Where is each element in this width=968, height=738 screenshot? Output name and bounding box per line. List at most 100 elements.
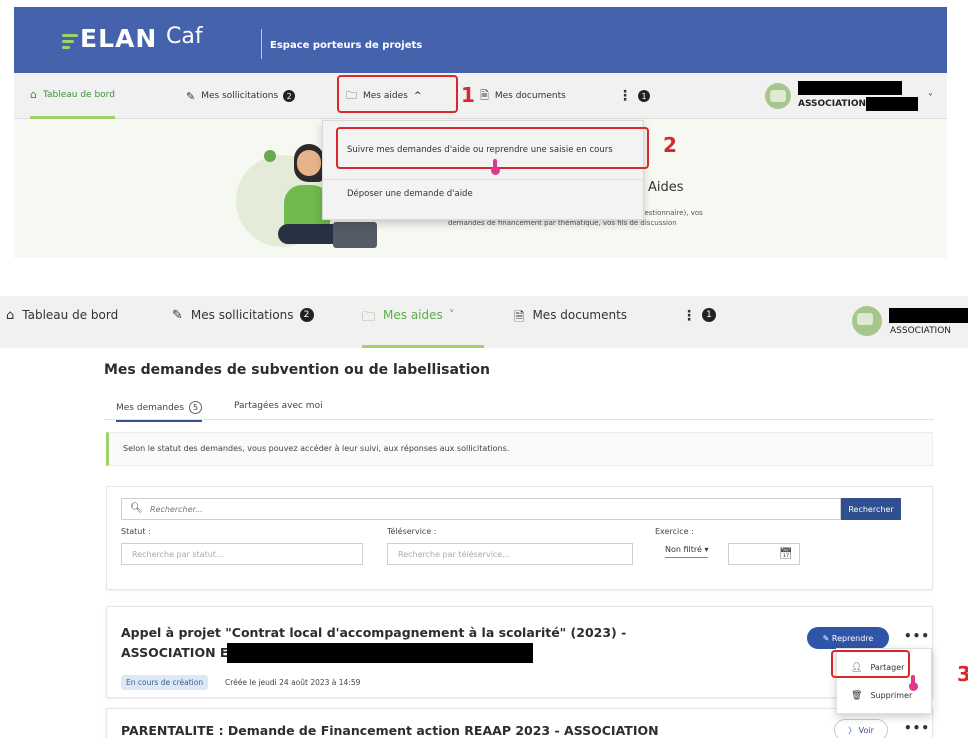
- kebab-icon: ⋮: [682, 308, 696, 324]
- chevron-down-icon: ˅: [448, 308, 455, 322]
- teleservice-input[interactable]: Recherche par téléservice...: [387, 543, 633, 565]
- composite-screenshot: ELAN Caf Espace porteurs de projets ⌂ Ta…: [0, 0, 968, 738]
- logo-caf-text: Caf: [166, 24, 203, 49]
- chevron-down-icon[interactable]: ˅: [928, 93, 933, 104]
- search-icon: 🔍︎: [130, 503, 143, 514]
- card-title-line1[interactable]: PARENTALITE : Demande de Financement act…: [121, 723, 659, 738]
- annotation-number-2: 2: [663, 133, 677, 157]
- reprendre-button[interactable]: ✎ Reprendre: [807, 627, 889, 649]
- nav-label: Tableau de bord: [42, 89, 115, 100]
- document-icon: 🗎: [480, 88, 489, 102]
- annotation-box-1: [337, 75, 458, 113]
- voir-button[interactable]: 〉 Voir: [834, 719, 888, 738]
- brand-header: ELAN Caf Espace porteurs de projets: [14, 7, 947, 73]
- card-title-line1[interactable]: Appel à projet "Contrat local d'accompag…: [121, 625, 626, 640]
- tab-partagees-avec-moi[interactable]: Partagées avec moi: [234, 401, 323, 411]
- calendar-icon[interactable]: 📅︎: [779, 547, 793, 560]
- main-nav: ⌂ Tableau de bord ✎ Mes sollicitations 2…: [14, 73, 947, 119]
- search-input[interactable]: [150, 502, 830, 517]
- header-separator: [261, 29, 262, 59]
- nav-label: Mes documents: [494, 91, 566, 101]
- nav-mes-aides[interactable]: 🗀 Mes aides ˅: [362, 308, 484, 348]
- nav-label: Mes sollicitations: [201, 91, 279, 101]
- nav-label: Mes documents: [532, 308, 628, 322]
- notification-badge: 2: [299, 308, 314, 322]
- account-name: ASSOCIATION: [890, 326, 952, 336]
- home-icon: ⌂: [30, 88, 37, 101]
- reprendre-label: Reprendre: [831, 633, 874, 643]
- nav-mes-sollicitations[interactable]: ✎ Mes sollicitations 2: [172, 308, 314, 348]
- illustration-head: [297, 150, 321, 176]
- menu-item-label: Supprimer: [870, 691, 913, 700]
- tab-count-badge: 5: [189, 401, 203, 414]
- more-options-button[interactable]: •••: [904, 721, 930, 735]
- document-icon: 🗎: [514, 310, 525, 325]
- pencil-icon: ✎: [186, 89, 196, 103]
- info-callout: Selon le statut des demandes, vous pouve…: [106, 432, 933, 466]
- nav-mes-sollicitations[interactable]: ✎ Mes sollicitations 2: [186, 73, 296, 119]
- year-input[interactable]: 📅︎: [728, 543, 800, 565]
- screenshot-step-2: ⌂ Tableau de bord ✎ Mes sollicitations 2…: [0, 296, 968, 738]
- menu-item-supprimer[interactable]: 🗑︎ Supprimer: [851, 691, 912, 701]
- redacted-block: [798, 81, 902, 95]
- laptop-illustration: [333, 222, 377, 248]
- tab-label: Partagées avec moi: [234, 401, 323, 411]
- screenshot-step-1: ELAN Caf Espace porteurs de projets ⌂ Ta…: [0, 0, 950, 258]
- card-title-line2[interactable]: ASSOCIATION E: [121, 645, 228, 660]
- exercice-label: Exercice :: [655, 527, 694, 536]
- nav-tableau-de-bord[interactable]: ⌂ Tableau de bord: [30, 73, 115, 119]
- menu-item-deposer-demande[interactable]: Déposer une demande d'aide: [347, 189, 473, 199]
- illustration-dot: [264, 150, 276, 162]
- info-text: Selon le statut des demandes, vous pouve…: [123, 444, 510, 453]
- tab-label: Mes demandes: [116, 403, 185, 413]
- created-date: Créée le jeudi 24 août 2023 à 14:59: [225, 678, 361, 687]
- nav-more-menu[interactable]: ⋮ 1: [618, 73, 650, 119]
- statut-label: Statut :: [121, 527, 151, 536]
- avatar[interactable]: [852, 306, 882, 336]
- annotation-number-3: 3: [957, 662, 968, 686]
- menu-divider: [323, 179, 643, 180]
- trash-icon: 🗑︎: [851, 691, 863, 701]
- home-icon: ⌂: [6, 308, 15, 323]
- nav-more-menu[interactable]: ⋮ 1: [682, 308, 716, 348]
- redacted-block: [866, 97, 918, 111]
- statut-input[interactable]: Recherche par statut...: [121, 543, 363, 565]
- requests-tabs: Mes demandes 5 Partagées avec moi: [104, 396, 934, 422]
- nav-tableau-de-bord[interactable]: ⌂ Tableau de bord: [6, 308, 118, 348]
- exercice-select[interactable]: Non filtré ▾: [665, 545, 709, 558]
- nav-label: Tableau de bord: [22, 308, 119, 322]
- search-button[interactable]: Rechercher: [841, 498, 901, 520]
- nav-label: Mes sollicitations: [190, 308, 294, 322]
- notification-badge: 2: [283, 90, 296, 102]
- nav-label: Mes aides: [383, 308, 443, 322]
- request-card: Appel à projet "Contrat local d'accompag…: [106, 606, 933, 698]
- request-card: PARENTALITE : Demande de Financement act…: [106, 708, 933, 738]
- cursor-pointer-icon: [491, 159, 500, 175]
- page-title: Mes demandes de subvention ou de labelli…: [104, 362, 490, 378]
- main-nav: ⌂ Tableau de bord ✎ Mes sollicitations 2…: [0, 296, 968, 348]
- redacted-block: [227, 643, 533, 663]
- hero-text-line1: gestionnaire), vos: [640, 209, 703, 217]
- pencil-icon: ✎: [822, 633, 832, 643]
- tab-mes-demandes[interactable]: Mes demandes 5: [116, 401, 203, 422]
- chevron-right-icon: 〉: [848, 725, 859, 735]
- hero-text-line2: demandes de financement par thématique, …: [448, 219, 677, 227]
- voir-label: Voir: [858, 725, 874, 735]
- cursor-pointer-icon: [909, 675, 918, 691]
- more-options-button[interactable]: •••: [904, 629, 930, 643]
- status-badge: En cours de création: [121, 675, 209, 690]
- redacted-block: [889, 308, 968, 323]
- logo-speed-lines: [62, 34, 82, 52]
- search-filters-panel: 🔍︎ Rechercher Statut : Recherche par sta…: [106, 486, 933, 590]
- avatar[interactable]: [765, 83, 791, 109]
- account-name: ASSOCIATION: [798, 99, 867, 109]
- notification-badge: 1: [638, 90, 650, 102]
- annotation-box-3: [831, 650, 910, 678]
- portal-subtitle: Espace porteurs de projets: [270, 40, 423, 51]
- nav-mes-documents[interactable]: 🗎 Mes documents: [480, 73, 566, 119]
- hero-title: Aides: [648, 180, 684, 195]
- pencil-icon: ✎: [172, 308, 183, 323]
- teleservice-label: Téléservice :: [387, 527, 437, 536]
- kebab-icon: ⋮: [618, 88, 632, 104]
- nav-mes-documents[interactable]: 🗎 Mes documents: [514, 308, 627, 348]
